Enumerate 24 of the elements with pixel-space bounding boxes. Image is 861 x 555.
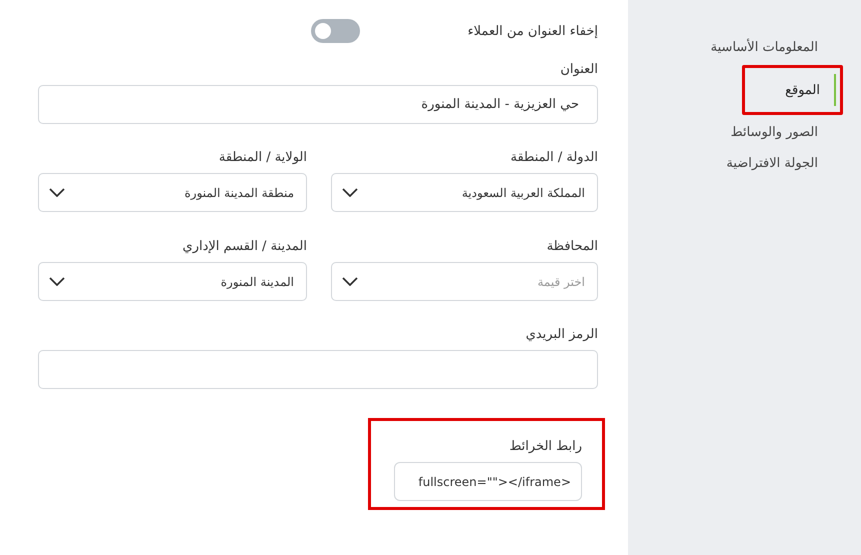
field-label: الدولة / المنطقة (510, 150, 598, 165)
sidebar-item[interactable]: المعلومات الأساسية (710, 40, 818, 55)
select-field[interactable]: منطقة المدينة المنورة (38, 173, 307, 212)
active-indicator (834, 74, 836, 106)
field-label: المحافظة (546, 239, 598, 254)
field-label: الرمز البريدي (524, 327, 598, 342)
field-label: الولاية / المنطقة (218, 150, 307, 165)
select-field[interactable]: المدينة المنورة (38, 262, 307, 301)
toggle-label: إخفاء العنوان من العملاء (468, 24, 598, 38)
sidebar-item[interactable]: الموقع (785, 82, 820, 98)
chevron-down-icon (342, 188, 358, 197)
chevron-down-icon (49, 188, 65, 197)
address-field[interactable]: حي العزيزية - المدينة المنورة (38, 85, 598, 124)
map-link-field[interactable]: fullscreen=""></iframe> (394, 462, 582, 501)
field-label: رابط الخرائط (509, 439, 582, 454)
sidebar-item[interactable]: الصور والوسائط (730, 125, 818, 140)
chevron-down-icon (49, 277, 65, 286)
select-field[interactable]: المملكة العربية السعودية (331, 173, 598, 212)
field-label: المدينة / القسم الإداري (182, 239, 307, 254)
toggle-switch[interactable] (311, 19, 360, 43)
field-label: العنوان (559, 62, 598, 77)
chevron-down-icon (342, 277, 358, 286)
sidebar-item[interactable]: الجولة الافتراضية (726, 156, 818, 171)
postal-code-field[interactable] (38, 350, 598, 389)
